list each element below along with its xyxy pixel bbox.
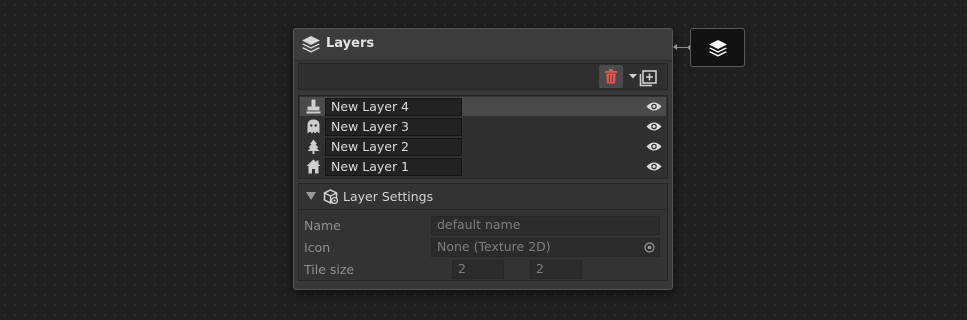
icon-field-value: None (Texture 2D): [437, 239, 551, 254]
eye-icon[interactable]: [646, 121, 662, 132]
add-layer-dropdown-icon: [629, 70, 657, 87]
layer-settings-title: Layer Settings: [343, 189, 434, 204]
settings-cube-icon: [323, 189, 338, 204]
layers-stack-icon: [302, 36, 320, 53]
tile-size-label: Tile size: [304, 262, 355, 277]
layers-stack-icon: [709, 40, 727, 57]
layer-list: New Layer 4 New Layer 3 New Layer 2 New …: [298, 95, 668, 179]
name-label: Name: [304, 218, 341, 233]
layer-name-field[interactable]: New Layer 4: [325, 98, 462, 116]
ghost-icon: [307, 119, 320, 134]
delete-layer-button[interactable]: [599, 65, 623, 88]
layer-name-field[interactable]: New Layer 1: [325, 158, 462, 176]
eye-icon[interactable]: [646, 161, 662, 172]
icon-object-field[interactable]: None (Texture 2D): [431, 238, 660, 257]
eye-icon[interactable]: [646, 141, 662, 152]
eye-icon[interactable]: [646, 101, 662, 112]
layer-settings-foldout[interactable]: Layer Settings: [299, 184, 667, 210]
tile-size-x-field[interactable]: 2: [452, 260, 504, 279]
object-picker-icon[interactable]: [644, 242, 655, 253]
trash-icon: [605, 69, 617, 84]
layer-row[interactable]: New Layer 3: [300, 117, 666, 136]
layers-port-node[interactable]: [690, 28, 745, 67]
layer-row[interactable]: New Layer 2: [300, 137, 666, 156]
layer-row[interactable]: New Layer 4: [300, 97, 666, 116]
connector-arrow-icon: [673, 44, 677, 50]
add-layer-dropdown-button[interactable]: [627, 66, 659, 87]
stamp-icon: [306, 99, 321, 114]
foldout-arrow-icon[interactable]: [306, 192, 316, 200]
tile-size-y-field[interactable]: 2: [530, 260, 582, 279]
layer-name-field[interactable]: New Layer 3: [325, 118, 462, 136]
house-icon: [306, 159, 321, 174]
layer-row[interactable]: New Layer 1: [300, 157, 666, 176]
layer-name-field[interactable]: New Layer 2: [325, 138, 462, 156]
tree-icon: [307, 139, 320, 154]
node-header[interactable]: Layers: [294, 29, 672, 61]
layers-node[interactable]: Layers New Layer 4 New Layer 3 New Layer…: [293, 28, 673, 290]
icon-label: Icon: [304, 240, 331, 255]
node-title: Layers: [326, 36, 375, 51]
name-field[interactable]: default name: [431, 216, 660, 235]
layer-settings-panel: Layer Settings Name default name Icon No…: [298, 183, 668, 281]
layer-toolbar: [298, 63, 668, 90]
